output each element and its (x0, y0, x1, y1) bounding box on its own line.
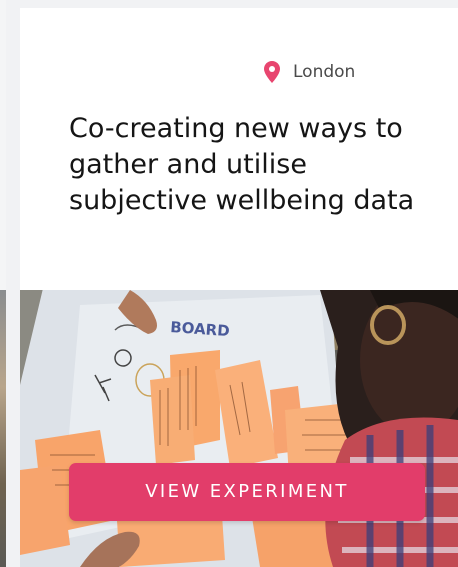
location: London (263, 60, 355, 84)
experiment-title[interactable]: Co-creating new ways to gather and utili… (69, 111, 439, 219)
experiment-card[interactable]: London Co-creating new ways to gather an… (20, 8, 458, 567)
workshop-photo: BOARD (20, 290, 458, 567)
location-label: London (293, 62, 356, 82)
page: London Co-creating new ways to gather an… (0, 0, 458, 567)
map-pin-icon (264, 61, 280, 83)
workshop-photo-illustration: BOARD (20, 290, 458, 567)
previous-card-photo-edge (0, 290, 6, 567)
view-experiment-button[interactable]: VIEW EXPERIMENT (69, 463, 425, 521)
previous-card-edge (0, 0, 6, 567)
